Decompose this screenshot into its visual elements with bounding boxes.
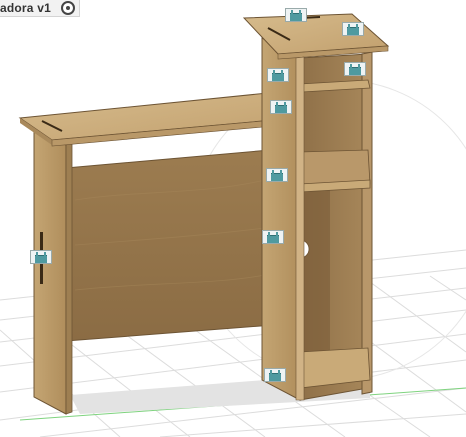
joint-icon[interactable]: [285, 8, 307, 22]
3d-viewport[interactable]: [0, 0, 466, 437]
model-canvas[interactable]: [0, 0, 466, 437]
tower-inner-side: [300, 188, 330, 356]
joint-icon[interactable]: [264, 368, 286, 382]
tower-front-edge: [295, 56, 305, 401]
joint-icon[interactable]: [270, 100, 292, 114]
desk-left-leg-edge: [65, 142, 73, 415]
desk-back-panel: [65, 149, 274, 342]
joint-icon[interactable]: [262, 230, 284, 244]
joint-icon[interactable]: [266, 168, 288, 182]
document-tab[interactable]: adora v1: [0, 0, 80, 17]
joint-icon[interactable]: [344, 62, 366, 76]
tower-left-panel: [261, 37, 301, 401]
joint-icon[interactable]: [342, 22, 364, 36]
joint-icon[interactable]: [267, 68, 289, 82]
radio-visible-icon[interactable]: [60, 1, 75, 15]
joint-icon[interactable]: [30, 250, 52, 264]
desk-left-leg: [33, 127, 67, 415]
document-title: adora v1: [0, 1, 51, 15]
tower-right-panel: [361, 51, 373, 395]
